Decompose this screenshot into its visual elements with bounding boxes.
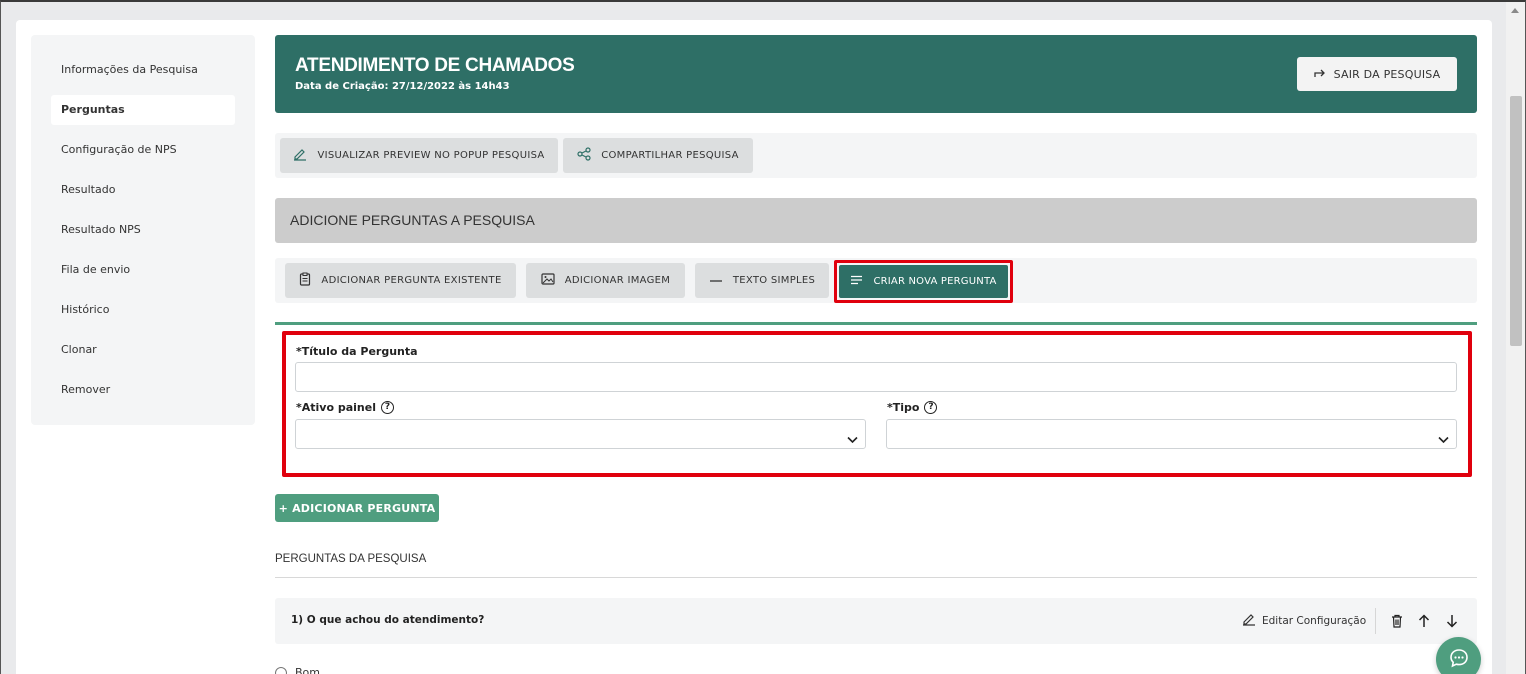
sidebar: Informações da Pesquisa Perguntas Config… <box>31 35 255 425</box>
preview-popup-button[interactable]: VISUALIZAR PREVIEW NO POPUP PESQUISA <box>280 138 558 173</box>
questions-list-title: PERGUNTAS DA PESQUISA <box>275 553 427 565</box>
questions-list-divider <box>275 577 1477 578</box>
answer-option[interactable]: Bom <box>275 666 320 674</box>
page-title: ATENDIMENTO DE CHAMADOS <box>295 55 575 76</box>
help-icon[interactable]: ? <box>924 401 938 414</box>
question-title-label-text: *Título da Pergunta <box>296 345 418 358</box>
create-question-highlight: CRIAR NOVA PERGUNTA <box>834 260 1013 303</box>
sidebar-item-historico[interactable]: Histórico <box>51 295 235 325</box>
type-label-text: *Tipo <box>887 401 920 414</box>
question-title-input[interactable] <box>295 362 1457 392</box>
active-panel-select[interactable] <box>295 419 866 449</box>
row-actions-divider <box>1375 608 1376 634</box>
exit-survey-button[interactable]: SAIR DA PESQUISA <box>1297 57 1457 91</box>
chat-button[interactable] <box>1436 637 1481 674</box>
trash-icon[interactable] <box>1391 613 1403 632</box>
add-existing-question-label: ADICIONAR PERGUNTA EXISTENTE <box>321 275 502 286</box>
lines-icon <box>850 275 863 288</box>
image-icon <box>541 273 555 288</box>
type-label: *Tipo ? <box>887 401 938 414</box>
simple-text-button[interactable]: TEXTO SIMPLES <box>695 263 829 298</box>
scroll-up-icon[interactable] <box>1511 8 1519 13</box>
creation-date: Data de Criação: 27/12/2022 às 14h43 <box>295 81 510 92</box>
create-question-button[interactable]: CRIAR NOVA PERGUNTA <box>839 265 1008 298</box>
radio-button[interactable] <box>275 666 287 674</box>
page-scrollbar[interactable] <box>1506 2 1525 674</box>
share-survey-label: COMPARTILHAR PESQUISA <box>601 150 739 161</box>
preview-popup-label: VISUALIZAR PREVIEW NO POPUP PESQUISA <box>317 150 545 161</box>
arrow-exit-icon <box>1313 68 1326 81</box>
create-question-label: CRIAR NOVA PERGUNTA <box>873 276 997 287</box>
sidebar-item-clonar[interactable]: Clonar <box>51 335 235 365</box>
pencil-icon <box>1242 612 1256 629</box>
minus-icon <box>709 275 723 286</box>
add-image-button[interactable]: ADICIONAR IMAGEM <box>526 263 685 298</box>
active-panel-label-text: *Ativo painel <box>296 401 376 414</box>
simple-text-label: TEXTO SIMPLES <box>732 275 816 286</box>
sidebar-item-remover[interactable]: Remover <box>51 375 235 405</box>
new-question-form: *Título da Pergunta *Ativo painel ? *Tip… <box>282 331 1472 477</box>
sidebar-item-informacoes[interactable]: Informações da Pesquisa <box>51 55 235 85</box>
share-icon <box>577 147 591 164</box>
help-icon[interactable]: ? <box>380 401 394 414</box>
form-top-divider <box>275 322 1477 325</box>
question-row: 1) O que achou do atendimento? Editar Co… <box>275 598 1477 644</box>
chat-icon <box>1448 647 1470 673</box>
chevron-down-icon <box>1438 429 1449 448</box>
arrow-down-icon[interactable] <box>1446 613 1458 632</box>
type-select[interactable] <box>886 419 1457 449</box>
question-title-label: *Título da Pergunta <box>296 345 418 358</box>
add-questions-heading: ADICIONE PERGUNTAS A PESQUISA <box>275 198 1477 243</box>
add-existing-question-button[interactable]: ADICIONAR PERGUNTA EXISTENTE <box>285 263 516 298</box>
clipboard-icon <box>299 272 311 289</box>
sidebar-item-fila-envio[interactable]: Fila de envio <box>51 255 235 285</box>
survey-header: ATENDIMENTO DE CHAMADOS Data de Criação:… <box>275 35 1477 113</box>
survey-actions-bar: VISUALIZAR PREVIEW NO POPUP PESQUISA COM… <box>275 133 1477 178</box>
question-text: 1) O que achou do atendimento? <box>291 614 485 626</box>
scroll-thumb[interactable] <box>1510 96 1522 346</box>
answer-option-label: Bom <box>295 666 320 674</box>
arrow-up-icon[interactable] <box>1418 613 1430 632</box>
edit-configuration-button[interactable]: Editar Configuração <box>1242 612 1366 629</box>
sidebar-item-configuracao-nps[interactable]: Configuração de NPS <box>51 135 235 165</box>
sidebar-item-perguntas[interactable]: Perguntas <box>51 95 235 125</box>
add-image-label: ADICIONAR IMAGEM <box>564 275 671 286</box>
edit-configuration-label: Editar Configuração <box>1262 614 1367 627</box>
share-survey-button[interactable]: COMPARTILHAR PESQUISA <box>563 138 753 173</box>
active-panel-label: *Ativo painel ? <box>296 401 394 414</box>
sidebar-item-resultado[interactable]: Resultado <box>51 175 235 205</box>
chevron-down-icon <box>847 429 858 448</box>
sidebar-item-resultado-nps[interactable]: Resultado NPS <box>51 215 235 245</box>
pencil-icon <box>293 147 307 164</box>
add-question-button[interactable]: + ADICIONAR PERGUNTA <box>275 494 439 522</box>
exit-survey-label: SAIR DA PESQUISA <box>1333 67 1441 81</box>
